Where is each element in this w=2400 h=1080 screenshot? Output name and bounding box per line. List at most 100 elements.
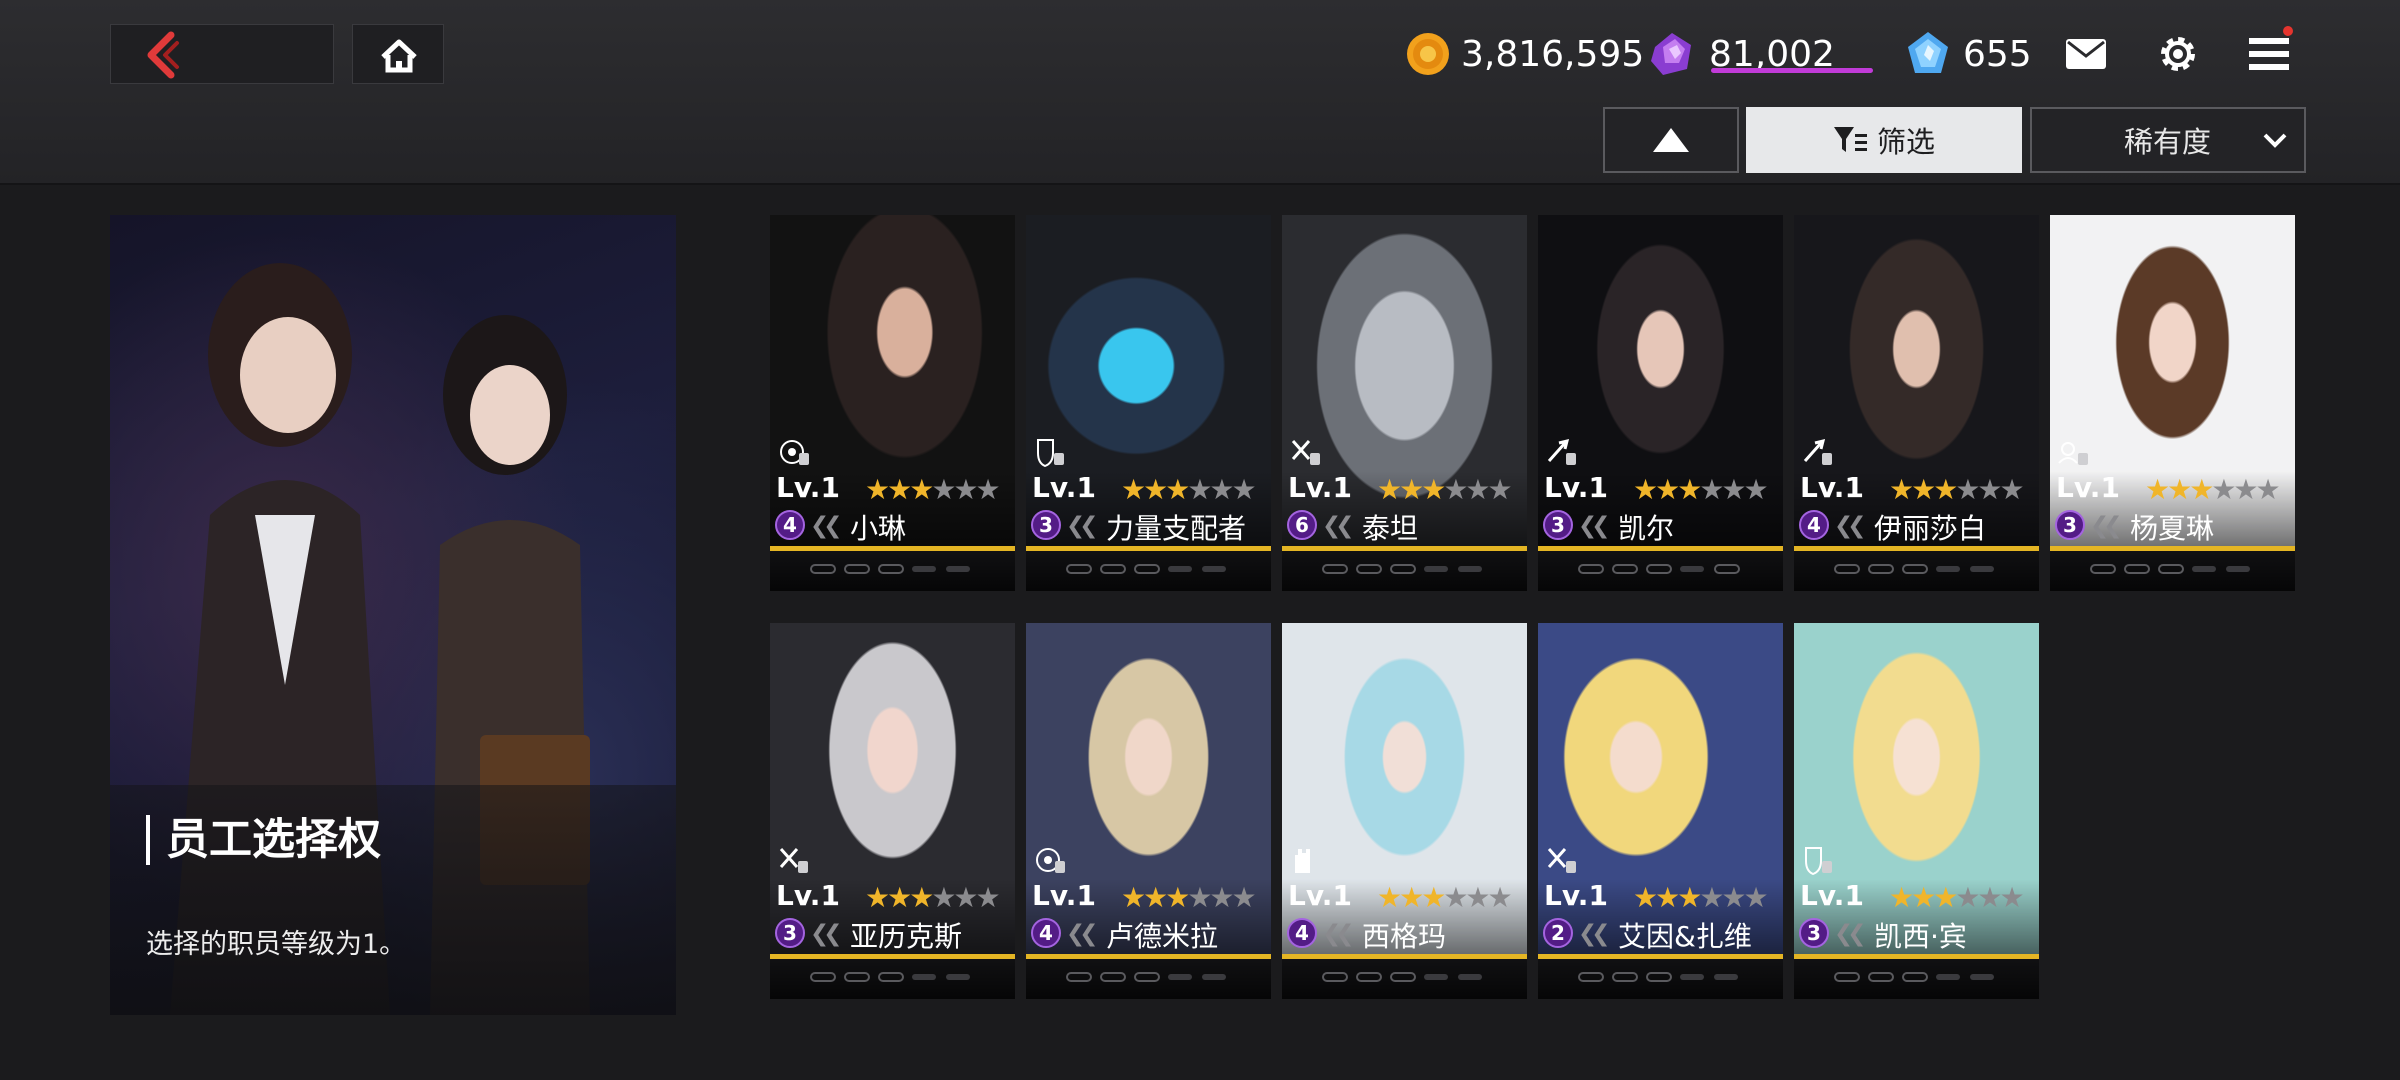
triangle-up-icon [1653,128,1689,152]
grade-badge: 3 [1799,918,1829,948]
equipment-slots [810,564,980,576]
character-card[interactable]: Lv.1 ★★★★★★ 4 ❮❮ 卢德米拉 [1026,623,1271,999]
notification-dot [2283,26,2293,36]
rank-chevron-icon: ❮❮ [1322,513,1354,539]
gold-coin-icon [1407,33,1449,75]
star-rating: ★★★★★★ [1633,473,1769,506]
back-arrow-icon [147,31,179,79]
character-name: 杨夏琳 [2130,512,2215,545]
grade-badge: 4 [1031,918,1061,948]
sort-label: 稀有度 [2124,125,2212,159]
character-card[interactable]: Lv.1 ★★★★★★ 2 ❮❮ 艾因&扎维 [1538,623,1783,999]
rank-chevron-icon: ❮❮ [810,513,842,539]
blade-class-icon [1547,438,1576,465]
star-rating: ★★★★★★ [1121,881,1257,914]
grade-badge: 4 [775,510,805,540]
gear-icon [2161,37,2195,71]
rank-chevron-icon: ❮❮ [1066,513,1098,539]
diamond-currency: 655 [1903,26,2032,82]
star-rating: ★★★★★★ [865,473,1001,506]
grade-badge: 3 [775,918,805,948]
grade-badge: 3 [2055,510,2085,540]
mail-button[interactable] [2058,28,2114,80]
crystal-currency[interactable]: 81,002 [1645,26,1835,82]
character-card[interactable]: Lv.1 ★★★★★★ 3 ❮❮ 凯尔 [1538,215,1783,591]
hamburger-menu-icon [2249,38,2289,70]
home-button[interactable] [352,24,444,84]
character-name: 力量支配者 [1106,512,1247,545]
character-name: 亚历克斯 [850,920,963,953]
star-rating: ★★★★★★ [1377,473,1513,506]
card-gold-line [1026,546,1271,551]
shield-class-icon [1037,439,1064,467]
card-level: Lv.1 [776,879,840,912]
character-name: 卢德米拉 [1106,920,1219,953]
target-class-icon [1036,848,1065,873]
card-gold-line [1538,954,1783,959]
character-card[interactable]: Lv.1 ★★★★★★ 6 ❮❮ 泰坦 [1282,215,1527,591]
shield-class-icon [1805,847,1832,875]
grade-badge: 6 [1287,510,1317,540]
character-card[interactable]: Lv.1 ★★★★★★ 3 ❮❮ 力量支配者 [1026,215,1271,591]
card-level: Lv.1 [1288,471,1352,504]
filter-button[interactable]: 筛选 [1746,107,2022,173]
star-rating: ★★★★★★ [1121,473,1257,506]
mail-icon [2066,39,2106,69]
character-name: 伊丽莎白 [1874,512,1987,545]
character-card[interactable]: Lv.1 ★★★★★★ 3 ❮❮ 亚历克斯 [770,623,1015,999]
star-rating: ★★★★★★ [1377,881,1513,914]
character-card[interactable]: Lv.1 ★★★★★★ 4 ❮❮ 小琳 [770,215,1015,591]
star-rating: ★★★★★★ [1633,881,1769,914]
rank-chevron-icon: ❮❮ [1834,513,1866,539]
grade-badge: 3 [1031,510,1061,540]
tower-class-icon [1295,849,1310,873]
back-button[interactable] [110,24,334,84]
card-level: Lv.1 [1032,471,1096,504]
settings-button[interactable] [2150,28,2206,80]
card-level: Lv.1 [1544,471,1608,504]
support-class-icon [2058,442,2088,465]
rank-chevron-icon: ❮❮ [810,921,842,947]
character-card[interactable]: Lv.1 ★★★★★★ 4 ❮❮ 西格玛 [1282,623,1527,999]
card-level: Lv.1 [1544,879,1608,912]
rank-chevron-icon: ❮❮ [1578,513,1610,539]
equipment-slots [1834,972,2004,984]
card-gold-line [1282,546,1527,551]
equipment-slots [1578,972,1748,984]
equipment-slots [2090,564,2260,576]
character-card[interactable]: Lv.1 ★★★★★★ 4 ❮❮ 伊丽莎白 [1794,215,2039,591]
character-name: 艾因&扎维 [1618,920,1752,953]
filter-icon [1833,127,1867,152]
card-level: Lv.1 [1800,879,1864,912]
rank-chevron-icon: ❮❮ [1578,921,1610,947]
sort-order-button[interactable] [1603,107,1739,173]
character-name: 西格玛 [1362,920,1447,953]
filter-label: 筛选 [1876,125,1935,159]
equipment-slots [1322,972,1492,984]
equipment-slots [1834,564,2004,576]
sort-dropdown[interactable]: 稀有度 [2030,107,2306,173]
grade-badge: 3 [1543,510,1573,540]
card-gold-line [770,954,1015,959]
gold-currency: 3,816,595 [1405,26,1644,82]
character-card[interactable]: Lv.1 ★★★★★★ 3 ❮❮ 杨夏琳 [2050,215,2295,591]
grade-badge: 4 [1799,510,1829,540]
blade-class-icon [1803,438,1832,465]
swords-class-icon [1291,440,1320,465]
info-title: 员工选择权 [146,815,381,865]
character-card[interactable]: Lv.1 ★★★★★★ 3 ❮❮ 凯西·宾 [1794,623,2039,999]
card-gold-line [1538,546,1783,551]
card-gold-line [1794,546,2039,551]
home-icon [381,39,417,73]
diamond-amount: 655 [1963,33,2032,75]
character-name: 泰坦 [1362,512,1419,545]
info-overlay: 员工选择权 选择的职员等级为1。 [110,785,676,1015]
equipment-slots [1066,564,1236,576]
grade-badge: 2 [1543,918,1573,948]
card-level: Lv.1 [776,471,840,504]
blue-diamond-icon [1908,32,1948,73]
card-level: Lv.1 [1800,471,1864,504]
card-level: Lv.1 [2056,471,2120,504]
card-gold-line [1282,954,1527,959]
crystal-underline [1711,68,1873,73]
